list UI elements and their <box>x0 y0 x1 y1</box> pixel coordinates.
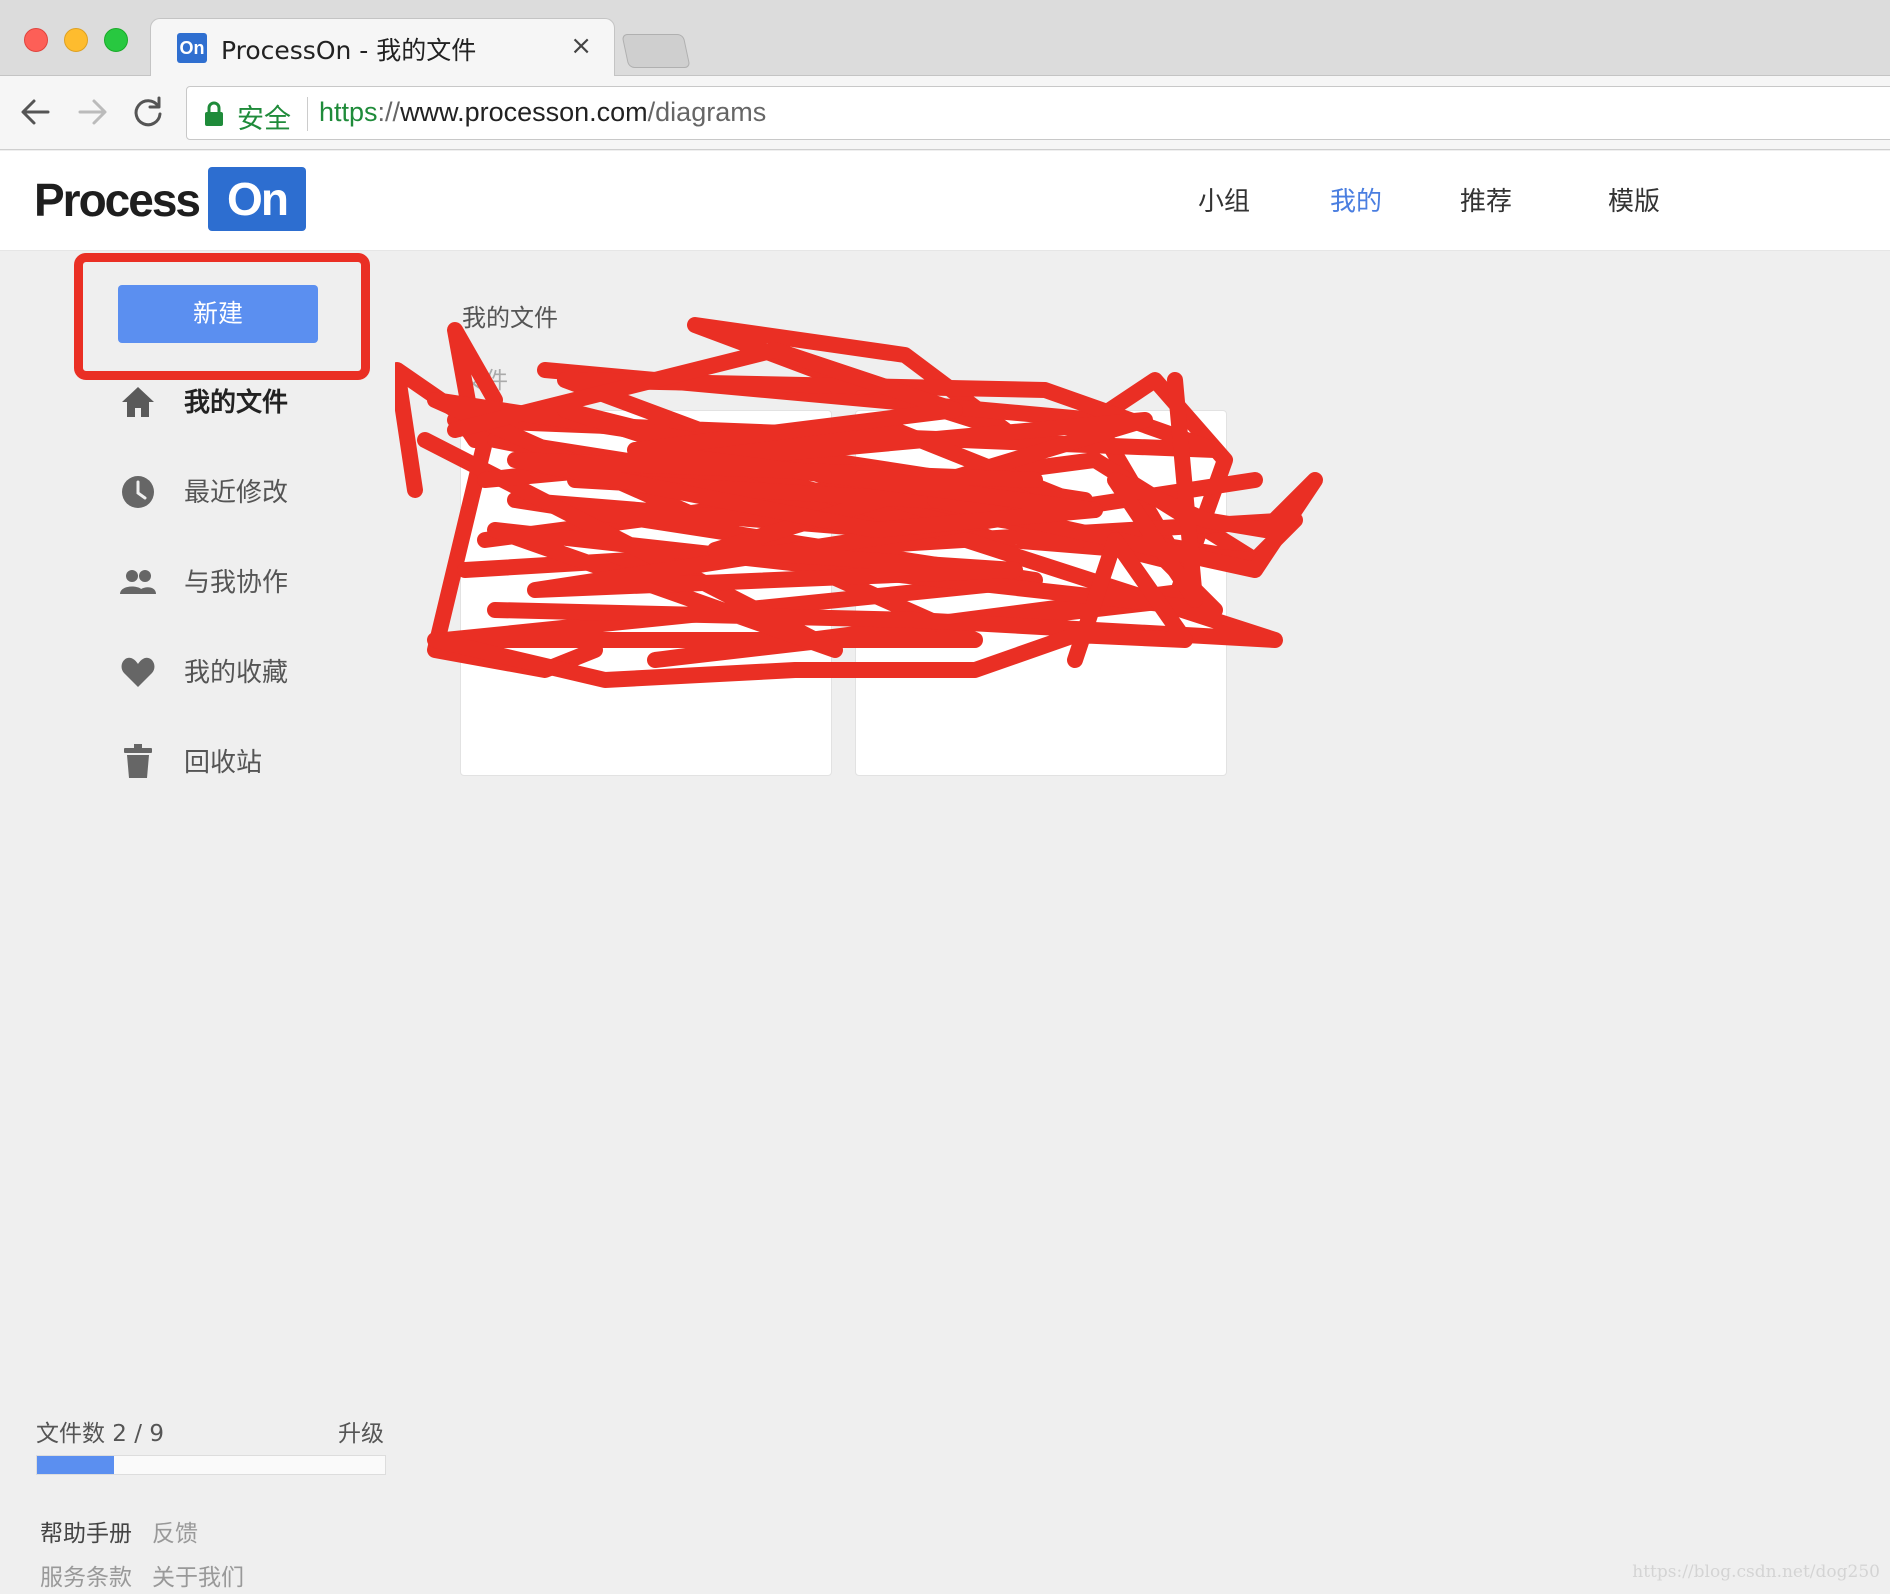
url-text: https://www.processon.com/diagrams <box>319 97 766 128</box>
window-close-button[interactable] <box>24 28 48 52</box>
file-quota-progress-fill <box>37 1456 115 1474</box>
nav-groups[interactable]: 小组 <box>1198 181 1250 218</box>
sidebar-item-label: 回收站 <box>184 748 263 778</box>
sidebar-item-label: 与我协作 <box>184 568 289 598</box>
nav-mine[interactable]: 我的 <box>1330 181 1382 218</box>
file-count-label: 文件数 2 / 9 <box>36 1421 164 1447</box>
app-header: Process On 小组 我的 推荐 模版 <box>0 151 1890 251</box>
forward-arrow-icon[interactable] <box>70 90 114 134</box>
browser-tab-active[interactable]: On ProcessOn - 我的文件 × <box>150 18 615 77</box>
feedback-link[interactable]: 反馈 <box>152 1514 198 1548</box>
watermark: https://blog.csdn.net/dog250 <box>1632 1562 1880 1582</box>
about-link[interactable]: 关于我们 <box>152 1558 244 1592</box>
home-icon <box>118 382 158 422</box>
url-path: /diagrams <box>647 97 767 127</box>
sidebar-item-label: 我的收藏 <box>184 658 289 688</box>
lock-icon <box>203 101 225 131</box>
reload-icon[interactable] <box>126 90 170 134</box>
url-scheme: https <box>319 97 378 127</box>
nav-templates[interactable]: 模版 <box>1608 181 1660 218</box>
back-arrow-icon[interactable] <box>14 90 58 134</box>
logo-text: Process <box>34 174 201 226</box>
trash-icon <box>118 742 158 782</box>
secure-label: 安全 <box>237 104 291 135</box>
people-icon <box>118 562 158 602</box>
terms-link[interactable]: 服务条款 <box>40 1558 132 1592</box>
address-divider <box>307 97 308 131</box>
files-heading: 文件 <box>462 368 508 394</box>
file-card[interactable] <box>460 410 832 776</box>
browser-tab-bar: On ProcessOn - 我的文件 × <box>0 0 1890 77</box>
address-bar[interactable]: 安全 https://www.processon.com/diagrams <box>186 86 1890 140</box>
upgrade-link[interactable]: 升级 <box>338 1414 384 1448</box>
sidebar-item-label: 最近修改 <box>184 478 289 508</box>
url-separator: :// <box>377 97 401 127</box>
annotation-highlight-box <box>74 253 370 380</box>
file-card[interactable] <box>855 410 1227 776</box>
sidebar-item-label: 我的文件 <box>184 388 289 418</box>
browser-toolbar: 安全 https://www.processon.com/diagrams <box>0 76 1890 150</box>
logo-on-badge: On <box>208 167 306 231</box>
new-tab-button[interactable] <box>621 34 691 68</box>
processon-favicon-icon: On <box>177 33 207 63</box>
heart-icon <box>118 652 158 692</box>
help-link[interactable]: 帮助手册 <box>40 1514 132 1548</box>
clock-icon <box>118 472 158 512</box>
window-maximize-button[interactable] <box>104 28 128 52</box>
window-minimize-button[interactable] <box>64 28 88 52</box>
tab-title: ProcessOn - 我的文件 <box>221 36 477 65</box>
url-host: www.processon.com <box>400 97 648 127</box>
file-quota-progress <box>36 1455 386 1475</box>
page-title: 我的文件 <box>462 304 558 332</box>
tab-close-icon[interactable]: × <box>570 31 592 61</box>
nav-recommend[interactable]: 推荐 <box>1460 181 1512 218</box>
